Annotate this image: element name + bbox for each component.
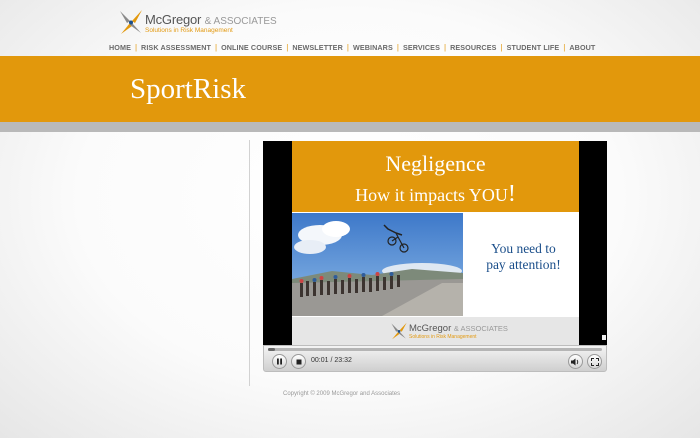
nav-separator: | (500, 42, 503, 52)
slide-header: Negligence How it impacts YOU! (292, 141, 579, 212)
slide-logo-name: McGregor & ASSOCIATES (409, 323, 508, 334)
slide-title: Negligence (385, 151, 486, 176)
nav-newsletter[interactable]: NEWSLETTER (292, 43, 343, 52)
nav-separator: | (396, 42, 399, 52)
nav-resources[interactable]: RESOURCES (450, 43, 496, 52)
nav-risk-assessment[interactable]: RISK ASSESSMENT (141, 43, 211, 52)
nav-separator: | (214, 42, 218, 52)
logo-x-icon (120, 10, 142, 34)
speaker-icon (571, 358, 579, 365)
slide-footer: McGregor & ASSOCIATES Solutions in Risk … (292, 317, 579, 345)
banner-stripe (0, 122, 700, 132)
video-player[interactable]: Negligence How it impacts YOU! You need … (263, 141, 607, 372)
video-slide: Negligence How it impacts YOU! You need … (292, 141, 579, 345)
bmx-jump-photo (292, 213, 463, 316)
nav-separator: | (346, 42, 349, 52)
mouse-cursor (602, 335, 606, 340)
pause-button[interactable] (272, 354, 287, 369)
nav-services[interactable]: SERVICES (403, 43, 440, 52)
page-title: SportRisk (130, 73, 247, 105)
nav-home[interactable]: HOME (109, 43, 131, 52)
fullscreen-icon (590, 357, 599, 366)
nav-student-life[interactable]: STUDENT LIFE (507, 43, 560, 52)
nav-separator: | (443, 42, 447, 52)
nav-separator: | (563, 42, 566, 52)
nav-separator: | (286, 42, 289, 52)
sidebar-divider (249, 140, 250, 386)
slide-subtitle: How it impacts YOU! (355, 181, 516, 207)
stop-button[interactable] (291, 354, 306, 369)
copyright-text: Copyright © 2009 McGregor and Associates (283, 391, 401, 397)
main-nav: HOME | RISK ASSESSMENT | ONLINE COURSE |… (109, 41, 595, 53)
volume-button[interactable] (568, 354, 583, 369)
fullscreen-button[interactable] (587, 354, 602, 369)
nav-about[interactable]: ABOUT (569, 43, 595, 52)
logo-x-icon (391, 322, 407, 340)
slide-message: You need to pay attention! (486, 241, 561, 272)
page-banner: SportRisk (0, 56, 700, 122)
nav-webinars[interactable]: WEBINARS (353, 43, 393, 52)
pause-icon (277, 358, 282, 365)
site-logo[interactable]: McGregor & ASSOCIATES Solutions in Risk … (118, 8, 277, 36)
seek-progress (268, 348, 275, 351)
slide-logo: McGregor & ASSOCIATES Solutions in Risk … (390, 321, 530, 341)
logo-name: McGregor & ASSOCIATES (145, 12, 277, 27)
nav-separator: | (134, 42, 138, 52)
logo-tagline: Solutions in Risk Management (145, 27, 233, 34)
slide-logo-tagline: Solutions in Risk Management (409, 334, 477, 340)
nav-online-course[interactable]: ONLINE COURSE (221, 43, 282, 52)
stop-icon (296, 359, 301, 364)
time-display: 00:01 / 23:32 (311, 357, 352, 364)
video-screen[interactable]: Negligence How it impacts YOU! You need … (263, 141, 607, 345)
seek-bar[interactable] (268, 348, 602, 351)
video-controls: 00:01 / 23:32 (263, 345, 607, 372)
logo-associates: & ASSOCIATES (204, 16, 277, 27)
